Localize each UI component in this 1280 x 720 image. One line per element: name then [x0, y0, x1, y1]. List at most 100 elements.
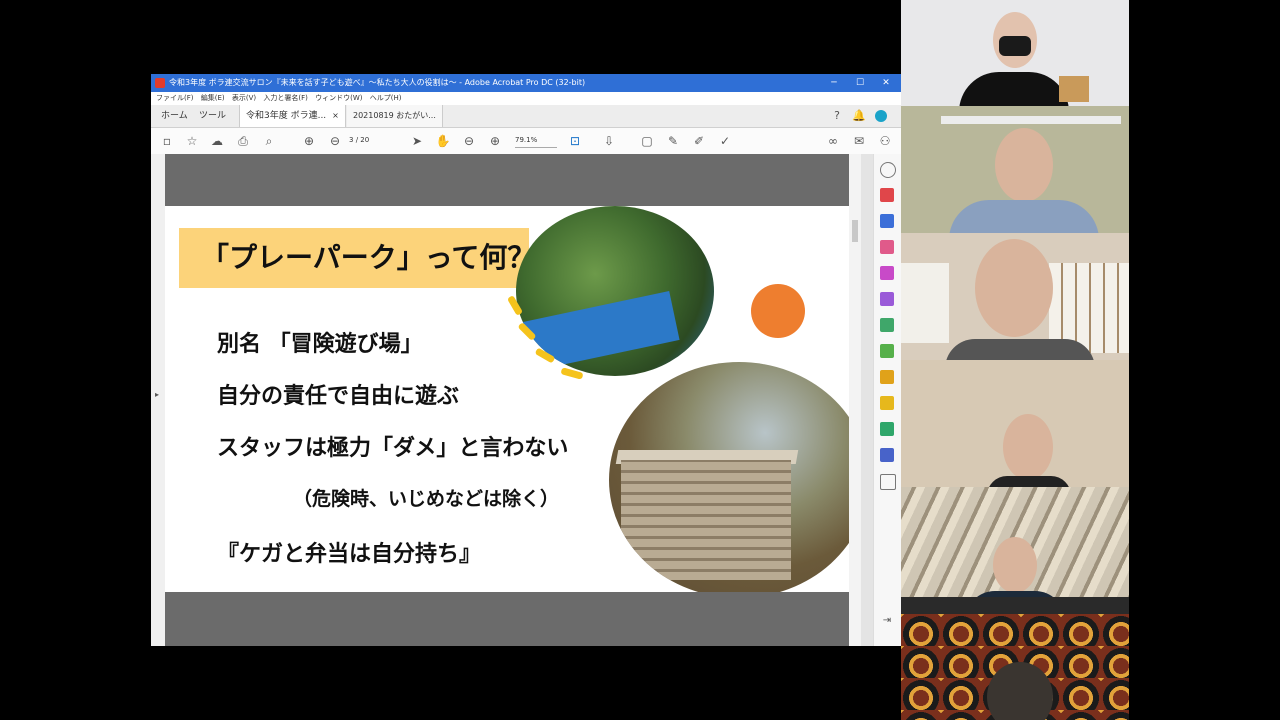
participant-face	[995, 128, 1053, 202]
cloud-upload-icon[interactable]: ☁	[209, 133, 225, 149]
slide-line-4: （危険時、いじめなどは除く）	[293, 488, 560, 510]
bookmark-star-icon[interactable]: ☆	[184, 133, 200, 149]
protect-shield-icon[interactable]	[880, 448, 894, 462]
slide-line-3: スタッフは極力「ダメ」と言わない	[217, 436, 569, 461]
select-cursor-icon[interactable]: ➤	[409, 133, 425, 149]
create-pdf-icon[interactable]	[880, 188, 894, 202]
tab-document-1[interactable]: 令和3年度 ボラ連... ×	[239, 105, 346, 127]
account-avatar[interactable]	[875, 110, 887, 122]
tab-document-2[interactable]: 20210819 おたがい...	[347, 105, 443, 127]
photo-water-play	[516, 206, 714, 376]
organize-pages-icon[interactable]	[880, 344, 894, 358]
search-icon[interactable]: ⌕	[261, 133, 277, 149]
slide-page: 「プレーパーク」って何？ 別名 「冒険遊び場」 自分の責任で自由に遊ぶ スタッフ…	[165, 206, 849, 592]
help-icon[interactable]: ?	[829, 108, 845, 124]
vertical-scrollbar[interactable]	[849, 154, 861, 646]
video-gallery	[901, 0, 1129, 720]
main-toolbar: ▫ ☆ ☁ ⎙ ⌕ ⊕ ⊖ 3 / 20 ➤ ✋ ⊖ ⊕ 79.1% ⊡ ⇩ ▢…	[151, 128, 901, 155]
print-icon[interactable]: ⎙	[235, 133, 251, 149]
more-tools-icon[interactable]	[880, 474, 896, 490]
tab-bar: ホーム ツール 令和3年度 ボラ連... × 20210819 おたがい... ?…	[151, 105, 901, 128]
draw-icon[interactable]: ✐	[691, 133, 707, 149]
participant-face	[993, 537, 1037, 593]
slide-line-1: 別名 「冒険遊び場」	[217, 332, 423, 357]
document-viewer[interactable]: ▸ 「プレーパーク」って何？ 別名 「冒険遊び場」 自分の責任で自由に遊ぶ スタ…	[151, 154, 873, 646]
menu-view[interactable]: 表示(V)	[232, 92, 256, 105]
participant-body	[949, 200, 1099, 233]
comment-icon[interactable]: ▢	[639, 133, 655, 149]
zoom-out-icon[interactable]: ⊖	[461, 133, 477, 149]
window-title: 令和3年度 ボラ連交流サロン『未来を話す子ども遊べ』～私たち大人の役割は～ - …	[169, 78, 586, 87]
search-icon[interactable]	[880, 162, 896, 178]
participant-video-6[interactable]	[901, 614, 1129, 720]
minimize-button[interactable]: ─	[821, 74, 847, 92]
right-tools-pane: ⇥	[873, 154, 901, 646]
participant-body	[987, 476, 1071, 487]
window-shoji	[901, 263, 949, 343]
acrobat-window: 令和3年度 ボラ連交流サロン『未来を話す子ども遊べ』～私たち大人の役割は～ - …	[151, 74, 901, 646]
ceiling-light	[941, 116, 1121, 124]
photo-log-cabin	[609, 362, 849, 592]
title-bar: 令和3年度 ボラ連交流サロン『未来を話す子ども遊べ』～私たち大人の役割は～ - …	[151, 74, 901, 92]
expand-left-panel-icon[interactable]: ▸	[155, 390, 159, 399]
participant-video-2[interactable]	[901, 106, 1129, 233]
compress-pdf-icon[interactable]	[880, 370, 894, 384]
fit-page-icon[interactable]: ⊡	[567, 133, 583, 149]
add-user-icon[interactable]: ⚇	[877, 133, 893, 149]
cardboard-box	[1059, 76, 1089, 102]
send-for-review-icon[interactable]	[880, 318, 894, 332]
menu-help[interactable]: ヘルプ(H)	[370, 92, 402, 105]
hand-tool-icon[interactable]: ✋	[435, 133, 451, 149]
highlight-pen-icon[interactable]: ✎	[665, 133, 681, 149]
tab-tools[interactable]: ツール	[199, 105, 226, 127]
tab-home[interactable]: ホーム	[161, 105, 188, 127]
bell-icon[interactable]: 🔔	[851, 108, 867, 124]
zoom-level-select[interactable]: 79.1%	[515, 134, 557, 148]
scrollbar-thumb[interactable]	[852, 220, 858, 242]
scroll-mode-icon[interactable]: ⇩	[601, 133, 617, 149]
export-pdf-icon[interactable]	[880, 214, 894, 228]
participant-face	[975, 239, 1053, 337]
email-icon[interactable]: ✉	[851, 133, 867, 149]
participant-video-3[interactable]	[901, 233, 1129, 360]
page-current[interactable]: 3	[349, 136, 353, 144]
acrobat-app-icon	[155, 78, 165, 88]
slide-heading: 「プレーパーク」って何？	[201, 241, 536, 274]
menu-sign[interactable]: 入力と署名(F)	[263, 92, 308, 105]
menu-window[interactable]: ウィンドウ(W)	[315, 92, 362, 105]
save-icon[interactable]: ▫	[159, 133, 175, 149]
slide-line-2: 自分の責任で自由に遊ぶ	[217, 384, 460, 409]
participant-head	[987, 662, 1053, 720]
zoom-in-icon[interactable]: ⊕	[487, 133, 503, 149]
page-indicator[interactable]: 3 / 20	[349, 134, 389, 147]
prev-page-icon[interactable]: ⊕	[301, 133, 317, 149]
participant-video-4[interactable]	[901, 360, 1129, 487]
participant-video-5[interactable]	[901, 487, 1129, 614]
participant-body	[945, 339, 1095, 360]
menu-bar: ファイル(F) 編集(E) 表示(V) 入力と署名(F) ウィンドウ(W) ヘル…	[151, 92, 901, 105]
fill-sign-icon[interactable]	[880, 292, 894, 306]
close-window-button[interactable]: ✕	[873, 74, 899, 92]
page-total: 20	[360, 136, 370, 144]
maximize-button[interactable]: ☐	[847, 74, 873, 92]
comment-tool-icon[interactable]	[880, 396, 894, 410]
desk	[901, 597, 1129, 614]
edit-pdf-icon[interactable]	[880, 240, 894, 254]
page-canvas[interactable]: 「プレーパーク」って何？ 別名 「冒険遊び場」 自分の責任で自由に遊ぶ スタッフ…	[165, 154, 849, 646]
next-page-icon[interactable]: ⊖	[327, 133, 343, 149]
tab-close-icon[interactable]: ×	[332, 111, 339, 120]
orange-circle-decoration	[751, 284, 805, 338]
tab-document-1-label: 令和3年度 ボラ連...	[246, 111, 327, 121]
page-separator: /	[355, 136, 359, 144]
participant-face	[1003, 414, 1053, 480]
face-mask	[999, 36, 1031, 56]
link-icon[interactable]: ∞	[825, 133, 841, 149]
slide-line-5: 『ケガと弁当は自分持ち』	[217, 542, 482, 567]
stamp-icon[interactable]: ✓	[717, 133, 733, 149]
menu-edit[interactable]: 編集(E)	[201, 92, 225, 105]
left-nav-panel[interactable]: ▸	[151, 154, 165, 646]
scan-ocr-icon[interactable]	[880, 422, 894, 436]
menu-file[interactable]: ファイル(F)	[156, 92, 194, 105]
combine-files-icon[interactable]	[880, 266, 894, 280]
collapse-pane-icon[interactable]: ⇥	[880, 614, 894, 628]
